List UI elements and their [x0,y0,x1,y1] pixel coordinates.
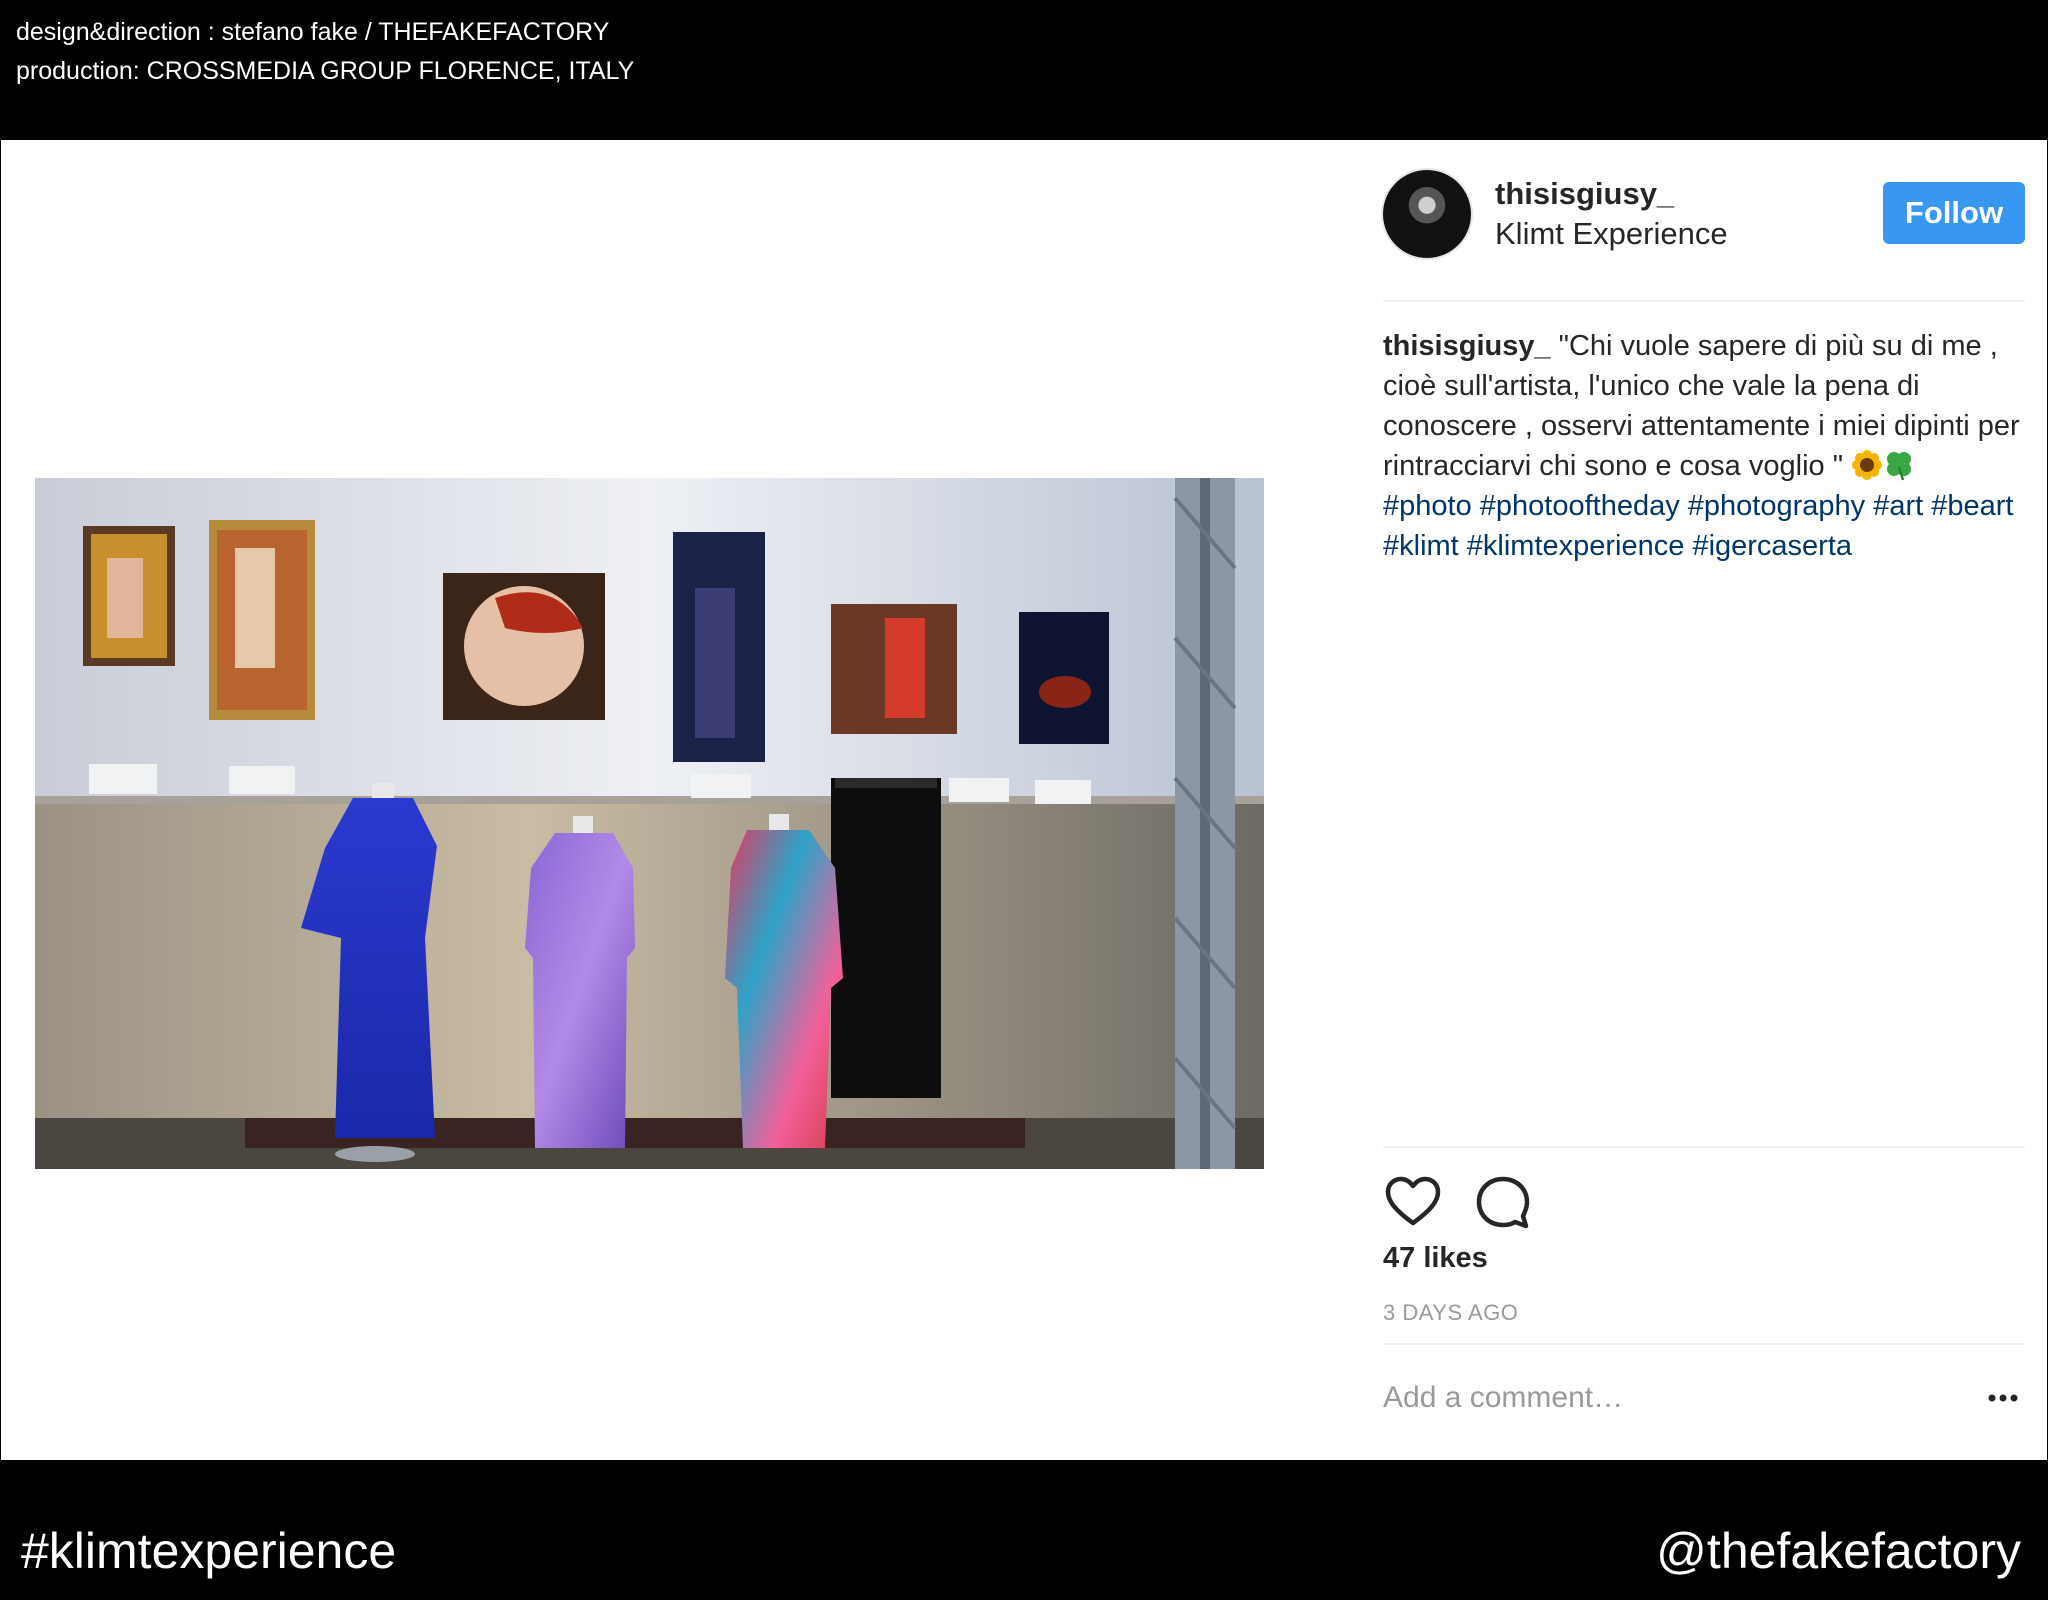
actions-divider [1383,1146,2025,1148]
footer-hashtag: #klimtexperience [21,1523,397,1579]
design-credit: design&direction : stefano fake / THEFAK… [16,18,610,46]
heart-icon[interactable] [1383,1173,1443,1233]
likes-count[interactable]: 47 likes [1383,1242,1488,1275]
follow-button[interactable]: Follow [1883,182,2025,244]
more-options-icon[interactable] [1985,1385,2021,1411]
post-sidebar: thisisgiusy_ Klimt Experience Follow thi… [1383,140,2025,1460]
post-username[interactable]: thisisgiusy_ [1495,176,1674,212]
comment-divider [1383,1343,2025,1345]
caption-username[interactable]: thisisgiusy_ [1383,330,1551,362]
top-credits-bar: design&direction : stefano fake / THEFAK… [0,0,2048,140]
comment-icon[interactable] [1473,1173,1533,1233]
instagram-post-panel: thisisgiusy_ Klimt Experience Follow thi… [1,140,2047,1460]
comment-input[interactable] [1383,1374,1923,1422]
footer-handle: @thefakefactory [1656,1523,2021,1579]
header-divider [1383,300,2025,302]
post-caption: thisisgiusy_ "Chi vuole sapere di più su… [1383,326,2025,566]
avatar[interactable] [1383,170,1471,258]
sunflower-emoji [1852,450,1883,480]
production-credit: production: CROSSMEDIA GROUP FLORENCE, I… [16,57,635,85]
post-location[interactable]: Klimt Experience [1495,216,1728,252]
caption-hashtags[interactable]: #photo #photooftheday #photography #art … [1383,486,2025,566]
four-leaf-clover-emoji [1887,452,1912,481]
post-photo[interactable] [35,478,1264,1169]
gallery-photo-illustration [35,478,1264,1169]
post-timestamp[interactable]: 3 DAYS AGO [1383,1300,1518,1326]
